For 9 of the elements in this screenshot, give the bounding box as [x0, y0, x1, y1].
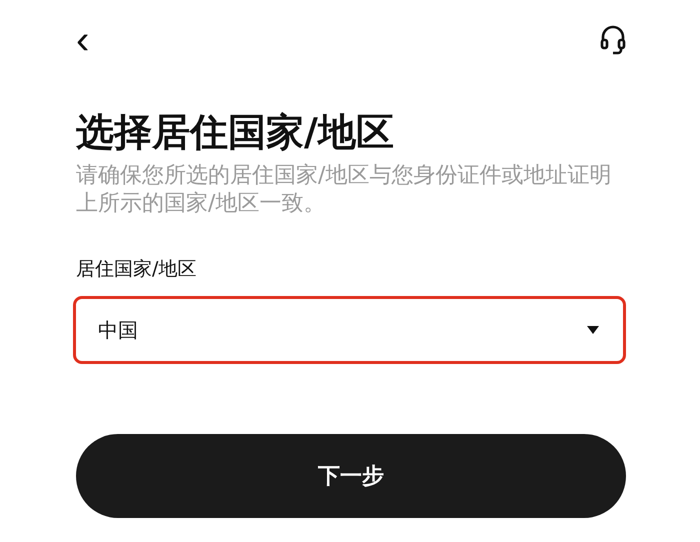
next-button[interactable]: 下一步	[76, 434, 626, 518]
field-label: 居住国家/地区	[76, 257, 198, 282]
page-title: 选择居住国家/地区	[76, 109, 395, 156]
dropdown-caret-icon	[587, 326, 599, 334]
back-button[interactable]: ‹	[76, 20, 90, 60]
description-text: 请确保您所选的居住国家/地区与您身份证件或地址证明上所示的国家/地区一致。	[76, 162, 612, 218]
headset-icon[interactable]	[600, 25, 626, 55]
country-select[interactable]: 中国	[73, 296, 626, 364]
select-value: 中国	[98, 316, 138, 344]
